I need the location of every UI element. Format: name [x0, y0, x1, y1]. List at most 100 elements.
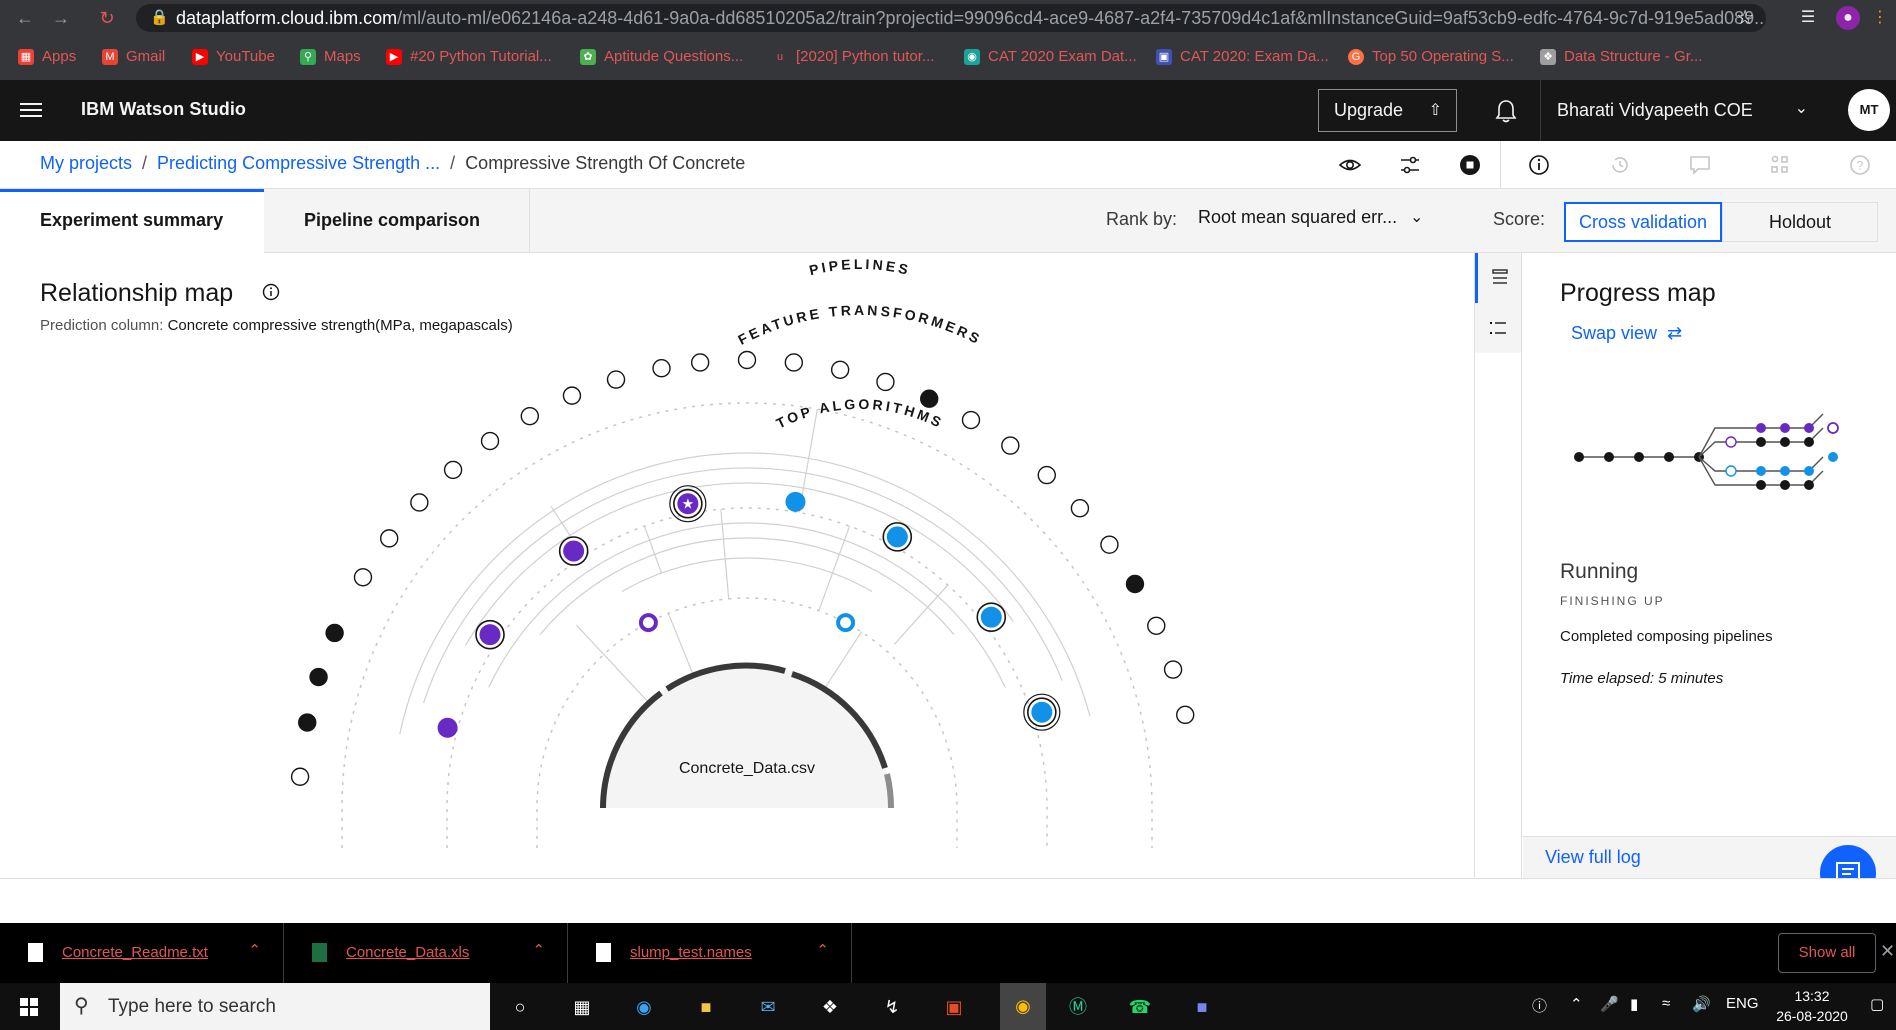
dataset-node[interactable] — [603, 664, 891, 808]
office-icon[interactable]: ▣ — [938, 991, 970, 1023]
bookmark-python-tutor[interactable]: u [2020] Python tutor... — [772, 46, 934, 68]
bookmark-youtube[interactable]: ▶ YouTube — [192, 46, 275, 68]
bookmark-operating-systems[interactable]: G Top 50 Operating S... — [1348, 46, 1514, 68]
mail-icon[interactable]: ✉ — [752, 991, 784, 1023]
prediction-label: Prediction column: — [40, 317, 164, 334]
feature-transformer-node — [961, 410, 981, 430]
windows-taskbar: ⚲ Type here to search ○ ▦ ◉ ■ ✉ ❖ ↯ ▣ ◉ … — [0, 983, 1896, 1030]
progress-node — [1574, 452, 1584, 462]
info-icon[interactable] — [1527, 153, 1551, 177]
cross-validation-button[interactable]: Cross validation — [1564, 202, 1722, 242]
volume-icon[interactable]: 🔊 — [1692, 995, 1711, 1013]
close-icon[interactable]: ✕ — [1880, 941, 1895, 962]
media-control-icon[interactable]: ☰ — [1796, 6, 1820, 30]
teams-icon[interactable]: ■ — [1186, 991, 1218, 1023]
address-bar[interactable]: 🔒 dataplatform.cloud.ibm.com/ml/auto-ml/… — [136, 4, 1766, 32]
show-all-downloads-button[interactable]: Show all — [1778, 933, 1876, 973]
details-view-toggle[interactable] — [1475, 303, 1521, 353]
bookmark-star-icon[interactable]: ☆ — [1736, 4, 1754, 32]
file-explorer-icon[interactable]: ■ — [690, 991, 722, 1023]
progress-node — [1756, 437, 1766, 447]
back-icon[interactable]: ← — [12, 5, 38, 31]
view-full-log-link[interactable]: View full log — [1545, 847, 1641, 868]
feature-transformer-node — [1070, 499, 1090, 518]
upgrade-button[interactable]: Upgrade ⇧ — [1318, 89, 1457, 132]
bookmark-label: Top 50 Operating S... — [1372, 48, 1514, 65]
bookmark-cat-exam[interactable]: ◉ CAT 2020 Exam Dat... — [964, 46, 1137, 68]
bookmark-label: Data Structure - Gr... — [1564, 48, 1703, 65]
chevron-up-icon[interactable]: ⌃ — [532, 941, 545, 959]
holdout-button[interactable]: Holdout — [1722, 202, 1878, 242]
chevron-up-icon[interactable]: ⌃ — [1570, 995, 1583, 1013]
chevron-down-icon[interactable]: ⌄ — [1410, 207, 1423, 227]
battery-icon[interactable]: ▮ — [1630, 995, 1638, 1013]
task-view-icon[interactable]: ▦ — [566, 991, 598, 1023]
site-icon: ▣ — [1156, 49, 1172, 65]
whatsapp-icon[interactable]: ☎ — [1124, 991, 1156, 1023]
info-icon[interactable] — [262, 283, 280, 301]
microphone-icon[interactable]: 🎤 — [1600, 995, 1619, 1013]
browser-toolbar: ← → ↻ 🔒 dataplatform.cloud.ibm.com/ml/au… — [0, 0, 1896, 36]
stop-icon[interactable] — [1458, 153, 1482, 177]
map-view-toggle[interactable] — [1475, 253, 1521, 303]
avatar[interactable]: MT — [1848, 89, 1890, 131]
comment-icon[interactable] — [1688, 153, 1712, 177]
start-button[interactable] — [0, 983, 58, 1030]
bookmark-gmail[interactable]: M Gmail — [102, 46, 165, 68]
progress-node — [1804, 466, 1814, 476]
rank-by-dropdown[interactable]: Root mean squared err... — [1198, 207, 1397, 228]
help-tray-icon[interactable]: ⓘ — [1532, 995, 1547, 1016]
download-file-name: Concrete_Data.xls — [346, 944, 470, 961]
data-icon[interactable] — [1768, 153, 1792, 177]
help-icon[interactable]: ? — [1848, 153, 1872, 177]
bookmark-label: [2020] Python tutor... — [796, 48, 935, 65]
system-clock[interactable]: 13:32 26-08-2020 — [1767, 986, 1857, 1026]
bookmark-cat-exam-2[interactable]: ▣ CAT 2020: Exam Da... — [1156, 46, 1329, 68]
bookmark-aptitude[interactable]: ✿ Aptitude Questions... — [580, 46, 743, 68]
reload-icon[interactable]: ↻ — [94, 5, 120, 31]
site-icon: ❖ — [1540, 49, 1556, 65]
cortana-icon[interactable]: ○ — [504, 991, 536, 1023]
breadcrumb-project[interactable]: Predicting Compressive Strength ... — [157, 153, 440, 173]
eye-icon[interactable] — [1338, 153, 1362, 177]
notification-bell-icon[interactable] — [1494, 98, 1518, 124]
notifications-icon[interactable]: ▢ — [1870, 995, 1884, 1013]
edge-icon[interactable]: ◉ — [628, 991, 660, 1023]
feature-transformer-node — [652, 359, 671, 378]
forward-icon[interactable]: → — [48, 5, 74, 31]
chrome-icon[interactable]: ◉ — [1000, 983, 1046, 1030]
download-item[interactable]: Concrete_Readme.txt ⌃ — [0, 923, 284, 983]
language-indicator[interactable]: ENG — [1726, 995, 1759, 1012]
dropbox-icon[interactable]: ❖ — [814, 991, 846, 1023]
profile-icon[interactable]: ● — [1836, 6, 1860, 30]
bookmark-data-structure[interactable]: ❖ Data Structure - Gr... — [1540, 46, 1702, 68]
search-icon: ⚲ — [74, 995, 89, 1017]
download-item[interactable]: Concrete_Data.xls ⌃ — [284, 923, 568, 983]
wifi-icon[interactable]: ≈ — [1662, 995, 1670, 1012]
swap-view-link[interactable]: Swap view ⇄ — [1571, 323, 1682, 344]
bookmark-maps[interactable]: ⚲ Maps — [300, 46, 361, 68]
account-switcher[interactable]: Bharati Vidyapeeth COE ⌄ — [1540, 80, 1824, 141]
settings-sliders-icon[interactable] — [1398, 153, 1422, 177]
bookmark-apps[interactable]: ▦ Apps — [18, 46, 76, 68]
breadcrumb-my-projects[interactable]: My projects — [40, 153, 132, 173]
taskbar-search-input[interactable]: ⚲ Type here to search — [60, 983, 490, 1030]
progress-node-open — [1725, 436, 1737, 448]
app-icon[interactable]: ↯ — [876, 991, 908, 1023]
download-item[interactable]: slump_test.names ⌃ — [568, 923, 852, 983]
bookmark-python-tutorial[interactable]: ▶ #20 Python Tutorial... — [386, 46, 552, 68]
history-icon[interactable] — [1608, 153, 1632, 177]
lock-icon: 🔒 — [150, 9, 169, 26]
tab-pipeline-comparison[interactable]: Pipeline comparison — [264, 189, 530, 253]
feature-transformer-node-active — [309, 667, 328, 687]
menu-icon[interactable] — [20, 100, 42, 120]
chrome-menu-icon[interactable]: ⋮ — [1868, 6, 1892, 30]
tab-experiment-summary[interactable]: Experiment summary — [0, 189, 264, 253]
chevron-up-icon[interactable]: ⌃ — [248, 941, 261, 959]
feature-transformer-node — [1147, 616, 1166, 635]
chevron-up-icon[interactable]: ⌃ — [816, 941, 829, 959]
product-name[interactable]: IBM Watson Studio — [81, 99, 246, 120]
progress-edge — [1698, 413, 1824, 458]
app-u-icon[interactable]: Ⓜ — [1062, 991, 1094, 1023]
bookmark-label: #20 Python Tutorial... — [410, 48, 552, 65]
